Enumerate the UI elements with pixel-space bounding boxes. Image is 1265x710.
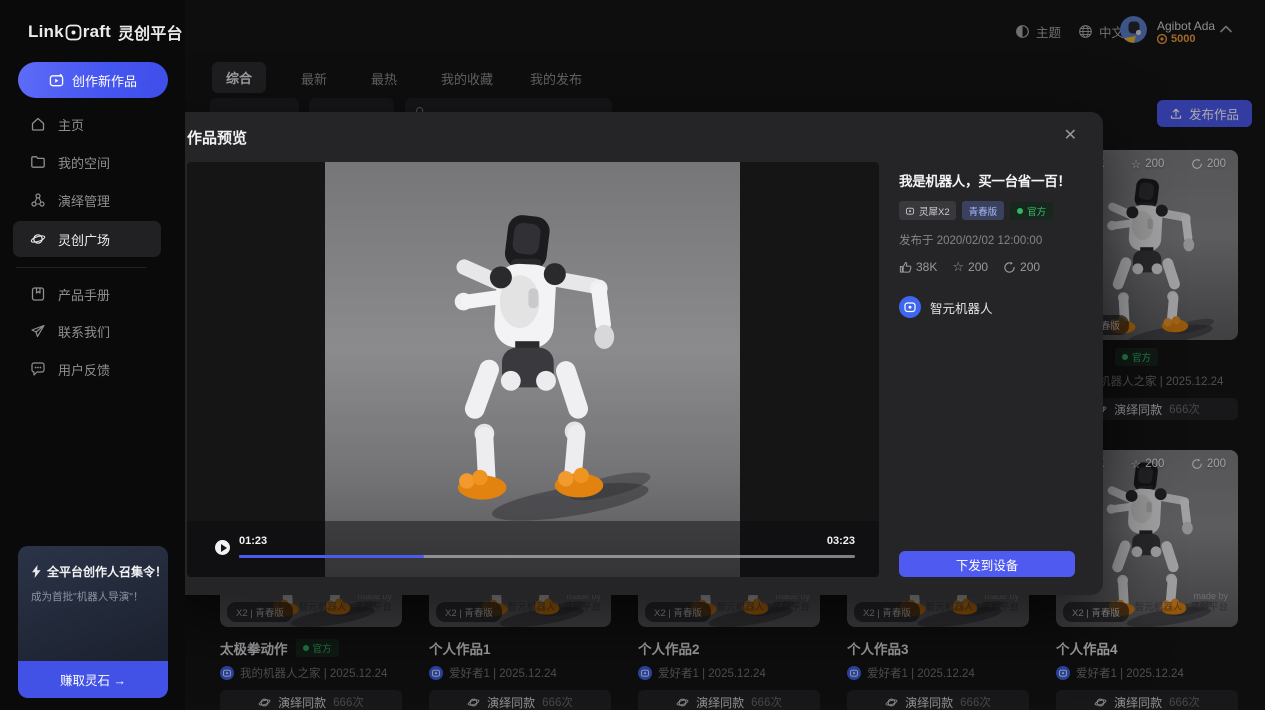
sidebar-item-label: 主页	[58, 115, 84, 134]
total-duration: 03:23	[827, 535, 855, 547]
sidebar-item-label: 我的空间	[58, 153, 110, 172]
deploy-to-device-button[interactable]: 下发到设备	[899, 551, 1075, 577]
share-count[interactable]: 200	[1003, 260, 1040, 274]
work-stats: 38K ☆200 200	[899, 259, 1075, 275]
sidebar-item-user-feedback[interactable]: 用户反馈	[13, 351, 161, 387]
share-icon	[1003, 261, 1016, 274]
sidebar-divider	[16, 267, 146, 268]
create-new-work-label: 创作新作品	[72, 71, 137, 90]
sidebar-item-home[interactable]: 主页	[13, 106, 161, 142]
manual-icon	[30, 286, 46, 302]
paper-plane-icon	[30, 323, 46, 339]
publish-date: 发布于 2020/02/02 12:00:00	[899, 232, 1075, 248]
video-frame	[325, 162, 740, 577]
brand-logo: Link raft 灵创平台	[28, 20, 183, 44]
robot-video	[325, 162, 740, 577]
robot-face-icon	[905, 206, 915, 216]
sidebar-item-product-manual[interactable]: 产品手册	[13, 276, 161, 312]
model-tag: 灵犀X2	[899, 201, 956, 220]
modal-title: 作品预览	[187, 127, 247, 148]
like-count[interactable]: 38K	[899, 260, 937, 274]
author-avatar	[899, 296, 921, 318]
sidebar-item-label: 产品手册	[58, 285, 110, 304]
create-video-icon	[49, 73, 64, 88]
nodes-icon	[30, 192, 46, 208]
sidebar-item-my-space[interactable]: 我的空间	[13, 144, 161, 180]
play-button[interactable]	[215, 540, 230, 555]
planet-icon	[30, 231, 46, 247]
official-tag: 官方	[1010, 202, 1053, 220]
play-icon	[221, 544, 227, 552]
sidebar: Link raft 灵创平台 创作新作品 主页 我的空间 演绎管理	[0, 0, 185, 710]
star-count[interactable]: ☆200	[952, 259, 988, 275]
work-preview-modal: 作品预览 ✕ 01:23 03:23	[163, 112, 1103, 595]
promo-subtitle: 成为首批"机器人导演"！	[31, 589, 143, 604]
lightning-icon	[31, 565, 42, 578]
brand-mark-icon	[65, 24, 82, 41]
home-icon	[30, 116, 46, 132]
star-icon: ☆	[952, 259, 964, 275]
official-dot-icon	[1017, 208, 1023, 214]
close-icon[interactable]: ✕	[1064, 125, 1077, 145]
work-tags: 灵犀X2 青春版 官方	[899, 201, 1075, 220]
work-author[interactable]: 智元机器人	[899, 296, 1075, 318]
current-time: 01:23	[239, 535, 267, 547]
brand-name-cn: 灵创平台	[118, 20, 183, 44]
author-name: 智元机器人	[930, 298, 993, 317]
feedback-bubble-icon	[30, 361, 46, 377]
create-new-work-button[interactable]: 创作新作品	[18, 62, 168, 98]
sidebar-item-label: 联系我们	[58, 322, 110, 341]
sidebar-item-label: 灵创广场	[58, 230, 110, 249]
sidebar-item-performance-management[interactable]: 演绎管理	[13, 182, 161, 218]
sidebar-item-lingchuang-plaza[interactable]: 灵创广场	[13, 221, 161, 257]
work-title: 我是机器人，买一台省一百！	[899, 170, 1075, 190]
sidebar-item-contact-us[interactable]: 联系我们	[13, 313, 161, 349]
like-icon	[899, 261, 912, 274]
progress-fill	[239, 555, 424, 558]
work-info-panel: 我是机器人，买一台省一百！ 灵犀X2 青春版 官方 发布于 2020/02/02…	[899, 170, 1075, 318]
app-root: 综合 最新 最热 我的收藏 我的发布 发布作品 主题 中文	[0, 0, 1265, 710]
player-controls: 01:23 03:23	[187, 521, 879, 577]
folder-icon	[30, 154, 46, 170]
video-player[interactable]: 01:23 03:23	[187, 162, 879, 577]
sidebar-item-label: 用户反馈	[58, 360, 110, 379]
sidebar-item-label: 演绎管理	[58, 191, 110, 210]
progress-bar[interactable]	[239, 555, 855, 558]
earn-gems-button[interactable]: 赚取灵石 →	[18, 661, 168, 698]
promo-title: 全平台创作人召集令！	[31, 563, 167, 580]
edition-tag: 青春版	[962, 201, 1005, 220]
creator-promo-card: 全平台创作人召集令！ 成为首批"机器人导演"！ 赚取灵石 →	[18, 546, 168, 698]
